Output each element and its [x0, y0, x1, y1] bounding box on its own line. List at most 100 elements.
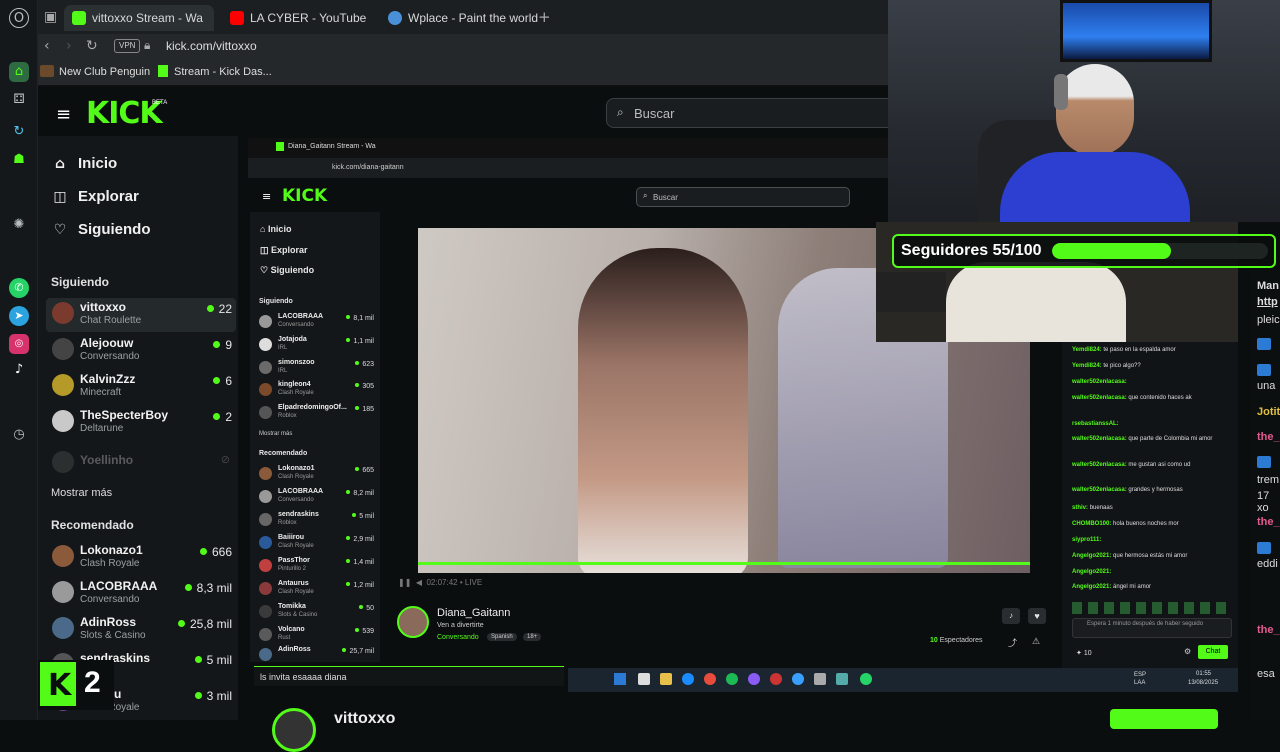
bell-icon[interactable]: ♪ — [1002, 608, 1020, 624]
inner-channel-item[interactable]: Lokonazo1 Clash Royale 665 — [258, 465, 376, 485]
channel-item-lacobraaa[interactable]: LACOBRAAA Conversando 8,3 mil — [46, 577, 236, 611]
kick-logo[interactable]: KICK — [86, 96, 163, 131]
inner-nav-inicio[interactable]: ⌂ Inicio — [260, 224, 291, 234]
chat-user[interactable]: walter502enlacasa: — [1072, 379, 1127, 385]
tiktok-icon[interactable]: ♪ — [9, 360, 29, 380]
channel-item-yoellinho-offline[interactable]: Yoellinho ⊘ — [46, 447, 236, 481]
inner-channel-item[interactable]: Jotajoda IRL 1,1 mil — [258, 336, 376, 356]
channel-item-kalvinzzz[interactable]: KalvinZzz Minecraft 6 — [46, 370, 236, 404]
chrome-icon[interactable] — [704, 673, 716, 685]
heart-icon[interactable]: ♥ — [1028, 608, 1046, 624]
inner-channel-item[interactable]: Volcano Rust 539 — [258, 626, 376, 646]
settings-gear-icon[interactable]: ⚙ — [1184, 647, 1191, 656]
volume-icon[interactable]: ◀ — [416, 578, 422, 587]
chat-user[interactable]: sthiv: — [1072, 505, 1088, 511]
inner-channel-item[interactable]: LACOBRAAA Conversando 8,2 mil — [258, 488, 376, 508]
spotify-icon[interactable] — [726, 673, 738, 685]
whatsapp-icon[interactable] — [860, 673, 872, 685]
channel-item-adinross[interactable]: AdinRoss Slots & Casino 25,8 mil — [46, 613, 236, 647]
video-progress-bar[interactable] — [418, 562, 1030, 565]
search-bar[interactable]: ⌕ Buscar — [606, 98, 896, 128]
tab-kick[interactable]: vittoxxo Stream - Wa — [64, 5, 214, 31]
opera-logo-icon[interactable]: O — [9, 8, 29, 28]
inner-hamburger-icon[interactable]: ≡ — [262, 190, 271, 203]
nav-siguiendo[interactable]: ♡ Siguiendo — [50, 221, 151, 238]
tab-youtube[interactable]: LA CYBER - YouTube — [222, 5, 372, 31]
tag-language[interactable]: Spanish — [487, 633, 517, 641]
chat-user[interactable]: Yemdi824: — [1072, 347, 1102, 353]
inner-channel-item[interactable]: ElpadredomingoOf... Roblox 185 — [258, 404, 376, 424]
back-icon[interactable]: ‹ — [44, 38, 50, 54]
chat-user[interactable]: Angelgo2021: — [1072, 553, 1111, 559]
player-controls[interactable]: ❚❚ ◀ 02:07:42 • LIVE — [398, 578, 482, 587]
chatgpt-icon[interactable]: ✺ — [9, 215, 29, 235]
opera-icon[interactable] — [770, 673, 782, 685]
inner-kick-logo[interactable]: KICK — [282, 186, 327, 206]
tab-wplace[interactable]: Wplace - Paint the world — [380, 5, 540, 31]
inner-channel-item[interactable]: PassThor Pinturillo 2 1,4 mil — [258, 557, 376, 577]
chat-input[interactable]: Espera 1 minuto después de haber seguido — [1072, 618, 1232, 638]
follow-button[interactable] — [1110, 709, 1218, 729]
language-indicator[interactable]: ESP LAA — [1134, 671, 1154, 687]
inner-tab-label[interactable]: Diana_Gaitann Stream - Wa — [288, 143, 376, 150]
inner-channel-item[interactable]: LACOBRAAA Conversando 8,1 mil — [258, 313, 376, 333]
taskbar-app-icon[interactable] — [638, 673, 650, 685]
windows-start-icon[interactable] — [614, 673, 626, 685]
inner-channel-item[interactable]: Baiiirou Clash Royale 2,9 mil — [258, 534, 376, 554]
chat-user[interactable]: siypro111: — [1072, 537, 1101, 543]
channel-avatar[interactable] — [272, 708, 316, 752]
inner-nav-explorar[interactable]: ◫ Explorar — [260, 245, 308, 256]
nav-explorar[interactable]: ◫ Explorar — [50, 188, 138, 205]
chat-user[interactable]: walter502enlacasa: — [1072, 462, 1127, 468]
chat-user[interactable]: walter502enlacasa: — [1072, 395, 1127, 401]
bookmark-club-penguin[interactable]: New Club Penguin — [40, 65, 150, 78]
android-icon[interactable]: ☗ — [9, 150, 29, 170]
bookmark-kick-dashboard[interactable]: Stream - Kick Das... — [158, 65, 272, 78]
chat-user[interactable]: walter502enlacasa: — [1072, 436, 1127, 442]
channel-item-thespecterboy[interactable]: TheSpecterBoy Deltarune 2 — [46, 406, 236, 440]
chat-user[interactable]: Angelgo2021: — [1072, 569, 1111, 575]
inner-channel-item[interactable]: sendraskins Roblox 5 mil — [258, 511, 376, 531]
refresh-circle-icon[interactable]: ↻ — [9, 122, 29, 142]
home-icon[interactable]: ⌂ — [9, 62, 29, 82]
channel-item-lokonazo1[interactable]: Lokonazo1 Clash Royale 666 — [46, 541, 236, 575]
hamburger-menu-icon[interactable]: ≡ — [56, 104, 71, 125]
edge-icon[interactable] — [682, 673, 694, 685]
pause-icon[interactable]: ❚❚ — [398, 578, 411, 587]
notepad-icon[interactable] — [836, 673, 848, 685]
chat-user[interactable]: Yemdi824: — [1072, 363, 1102, 369]
nav-inicio[interactable]: ⌂ Inicio — [50, 155, 117, 172]
instagram-icon[interactable]: ◎ — [9, 334, 29, 354]
chat-user[interactable]: Angelgo2021: — [1072, 584, 1111, 590]
discord-icon[interactable] — [748, 673, 760, 685]
reload-icon[interactable]: ↻ — [86, 38, 98, 54]
report-icon[interactable]: ⚠ — [1032, 636, 1040, 647]
settings-icon[interactable] — [814, 673, 826, 685]
whatsapp-icon[interactable]: ✆ — [9, 278, 29, 298]
inner-channel-item[interactable]: Tomikka Slots & Casino 50 — [258, 603, 376, 623]
show-more-link[interactable]: Mostrar más — [51, 487, 112, 499]
inner-search-bar[interactable]: ⌕ Buscar — [636, 187, 850, 207]
stream-category[interactable]: Conversando — [437, 634, 479, 641]
new-tab-button[interactable]: + — [538, 8, 551, 26]
gamepad-icon[interactable]: ⚃ — [9, 90, 29, 110]
inner-show-more[interactable]: Mostrar más — [259, 431, 292, 437]
inner-channel-item[interactable]: Antaurus Clash Royale 1,2 mil — [258, 580, 376, 600]
channel-item-alejoouw[interactable]: Alejoouw Conversando 9 — [46, 334, 236, 368]
telegram-icon[interactable]: ➤ — [9, 306, 29, 326]
streamer-name[interactable]: Diana_Gaitann — [437, 607, 510, 619]
strip-text[interactable]: http — [1257, 296, 1278, 308]
chat-send-button[interactable]: Chat — [1198, 645, 1228, 659]
folder-icon[interactable] — [660, 673, 672, 685]
clock-icon[interactable]: ◷ — [9, 425, 29, 445]
chat-user[interactable]: rsebastianssAL: — [1072, 421, 1119, 427]
channel-item-vittoxxo[interactable]: vittoxxo Chat Roulette 22 — [46, 298, 236, 332]
inner-channel-item[interactable]: simonszoo IRL 623 — [258, 359, 376, 379]
streamer-avatar[interactable] — [397, 606, 429, 638]
channel-title[interactable]: vittoxxo — [334, 710, 395, 728]
inner-channel-item[interactable]: AdinRoss 25,7 mil — [258, 646, 376, 666]
emote-row[interactable] — [1072, 602, 1232, 614]
inner-nav-siguiendo[interactable]: ♡ Siguiendo — [260, 265, 314, 276]
forward-icon[interactable]: › — [66, 38, 72, 54]
steam-icon[interactable] — [792, 673, 804, 685]
